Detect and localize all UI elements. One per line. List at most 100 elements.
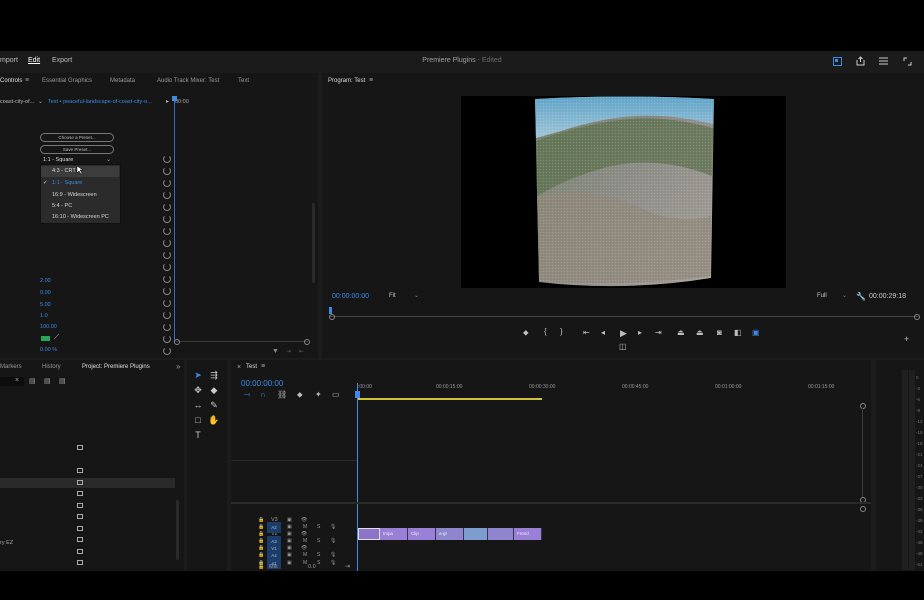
mute-icon[interactable]: M [303, 538, 307, 544]
tab-essential-graphics[interactable]: Essential Graphics [42, 78, 92, 84]
mix-value[interactable]: 0.0 [308, 564, 316, 570]
chevron-down-icon[interactable]: ⌄ [38, 98, 43, 105]
work-area-bar[interactable] [358, 398, 542, 400]
tab-history[interactable]: History [42, 364, 61, 370]
program-timecode[interactable]: 00:00:00:00 [332, 293, 369, 300]
bin-icon[interactable] [77, 491, 83, 496]
clip[interactable]: Impa [380, 528, 408, 540]
list-item-label[interactable]: ry EZ [0, 540, 13, 546]
playhead-handle[interactable] [355, 391, 360, 398]
mark-in-icon[interactable]: { [544, 328, 547, 336]
reset-icon[interactable] [163, 239, 171, 247]
remove-icon[interactable]: ⇤ [299, 348, 304, 355]
tab-markers[interactable]: Markers [0, 364, 22, 370]
add-marker-icon[interactable]: ⬥ [297, 391, 303, 399]
clip[interactable]: Frend [514, 528, 542, 540]
ripple-edit-tool-icon[interactable]: ✥ [192, 384, 204, 396]
panel-menu-icon[interactable]: ≡ [25, 77, 29, 84]
reset-icon[interactable] [163, 311, 171, 319]
param-value[interactable]: 100.00 [40, 324, 57, 330]
microphone-icon[interactable]: 🎙 [330, 552, 336, 558]
reset-icon[interactable] [163, 251, 171, 259]
close-icon[interactable]: × [237, 364, 241, 371]
track-target-a2[interactable]: A2 [267, 522, 281, 533]
param-value[interactable]: 0.00 [40, 290, 51, 296]
lock-icon[interactable]: 🔒 [258, 552, 264, 558]
mute-icon[interactable]: M [303, 524, 307, 530]
selection-tool-icon[interactable]: ➤ [192, 369, 204, 381]
search-input[interactable] [0, 377, 24, 386]
timeline-tab[interactable]: Test [246, 364, 257, 370]
clip[interactable]: a-gr [436, 528, 464, 540]
video-canvas[interactable] [461, 96, 786, 288]
mark-out-icon[interactable]: } [560, 328, 563, 336]
chevron-down-icon[interactable]: ⌄ [106, 156, 111, 163]
sync-lock-icon[interactable]: ▣ [287, 552, 292, 558]
scrollbar[interactable] [312, 203, 315, 283]
snap-icon[interactable]: ∩ [260, 391, 266, 399]
param-value[interactable]: 2.00 [40, 278, 51, 284]
bin-icon[interactable] [77, 503, 83, 508]
scrub-bar[interactable] [330, 316, 918, 317]
clip[interactable]: Clip [408, 528, 436, 540]
bin-icon[interactable] [77, 537, 83, 542]
chevron-down-icon[interactable]: ⌄ [842, 292, 847, 299]
menu-icon[interactable] [879, 57, 888, 65]
captions-icon[interactable]: ▭ [332, 391, 340, 399]
share-icon[interactable] [856, 56, 865, 66]
zoom-slider-handle[interactable] [174, 339, 180, 345]
track-select-tool-icon[interactable]: ⇶ [208, 369, 220, 381]
lock-icon[interactable]: 🔒 [258, 538, 264, 544]
sync-lock-icon[interactable]: ▣ [287, 524, 292, 530]
choose-preset-button[interactable]: Choose a Preset... [40, 133, 114, 142]
extract-icon[interactable]: ⏏ [696, 329, 704, 337]
param-value[interactable]: 1.0 [40, 313, 48, 319]
microphone-icon[interactable]: 🎙 [330, 538, 336, 544]
timeline-timecode[interactable]: 00:00:00:00 [241, 379, 283, 388]
panel-menu-icon[interactable]: ≡ [261, 363, 265, 370]
clip[interactable] [488, 528, 514, 540]
reset-icon[interactable] [163, 323, 171, 331]
go-to-in-icon[interactable]: ⇤ [583, 329, 590, 337]
bin-icon[interactable] [77, 560, 83, 565]
list-item-selected[interactable] [0, 478, 175, 488]
bin-icon[interactable] [77, 445, 83, 450]
dropdown-item[interactable]: 16:9 - Widescreen [41, 190, 119, 201]
wrench-icon[interactable]: 🔧 [856, 292, 866, 301]
razor-tool-icon[interactable]: ◆ [208, 384, 220, 396]
tab-audio-track-mixer[interactable]: Audio Track Mixer: Test [157, 78, 219, 84]
camera-icon[interactable]: ◙ [717, 329, 722, 337]
mini-playhead-handle[interactable] [172, 96, 177, 101]
lock-icon[interactable]: 🔒 [258, 564, 264, 570]
tab-effect-controls[interactable]: Controls [0, 78, 22, 84]
scrub-handle[interactable] [329, 314, 335, 320]
step-forward-icon[interactable]: ▸ [638, 329, 642, 337]
scrub-handle[interactable] [914, 314, 920, 320]
reset-icon[interactable] [163, 155, 171, 163]
button-editor-icon[interactable]: ◫ [619, 343, 627, 351]
insert-overwrite-icon[interactable]: ⤙ [244, 391, 250, 399]
reset-icon[interactable] [163, 287, 171, 295]
fullscreen-icon[interactable] [903, 57, 912, 66]
eyedropper-icon[interactable]: ⟋ [54, 334, 59, 342]
play-only-icon[interactable]: ▸ [166, 98, 169, 105]
new-bin-icon[interactable]: ▤ [44, 377, 51, 385]
pen-tool-icon[interactable]: ✎ [208, 399, 220, 411]
vr-icon[interactable]: ▣ [752, 329, 760, 337]
export-icon[interactable]: ⇥ [286, 348, 291, 355]
program-monitor-title[interactable]: Program: Test [328, 78, 365, 84]
comparison-view-icon[interactable]: ◧ [734, 329, 742, 337]
scroll-handle[interactable] [860, 506, 866, 512]
reset-icon[interactable] [163, 275, 171, 283]
reset-icon[interactable] [163, 335, 171, 343]
rectangle-tool-icon[interactable]: □ [192, 414, 204, 426]
lift-icon[interactable]: ⏏ [677, 329, 685, 337]
lock-icon[interactable]: 🔒 [258, 524, 264, 530]
go-to-out-icon[interactable]: ⇥ [655, 329, 662, 337]
clip[interactable] [358, 528, 380, 540]
solo-icon[interactable]: S [317, 552, 320, 558]
param-value[interactable]: 5.00 [40, 302, 51, 308]
dropdown-item[interactable]: 5:4 - PC [41, 201, 119, 212]
reset-icon[interactable] [163, 299, 171, 307]
mute-icon[interactable]: M [303, 552, 307, 558]
